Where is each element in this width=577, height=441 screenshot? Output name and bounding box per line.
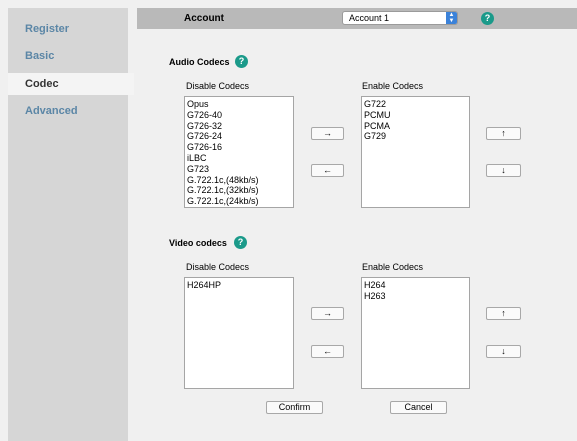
list-item[interactable]: H264HP	[187, 280, 291, 291]
sidebar-item-basic[interactable]: Basic	[8, 45, 128, 67]
list-item[interactable]: G.722.1c,(48kb/s)	[187, 175, 291, 186]
list-item[interactable]: iLBC	[187, 153, 291, 164]
account-label: Account	[184, 13, 224, 24]
account-bar: Account Account 1 ▲ ▼ ?	[137, 8, 577, 29]
account-help-icon[interactable]: ?	[481, 12, 494, 25]
list-item[interactable]: PCMU	[364, 110, 467, 121]
list-item[interactable]: PCMA	[364, 121, 467, 132]
account-select-value: Account 1	[349, 13, 390, 23]
video-disable-label: Disable Codecs	[186, 262, 250, 272]
video-move-left-button[interactable]: ←	[311, 345, 344, 358]
video-help-icon[interactable]: ?	[234, 236, 247, 249]
list-item[interactable]: G.722.1c,(24kb/s)	[187, 196, 291, 207]
list-item[interactable]: H264	[364, 280, 467, 291]
list-item[interactable]: G.722.1c,(32kb/s)	[187, 185, 291, 196]
list-item[interactable]: G726-40	[187, 110, 291, 121]
audio-disabled-list[interactable]: Opus G726-40 G726-32 G726-24 G726-16 iLB…	[184, 96, 294, 208]
video-enabled-list[interactable]: H264 H263	[361, 277, 470, 389]
audio-disable-label: Disable Codecs	[186, 81, 250, 91]
audio-move-up-button[interactable]: ↑	[486, 127, 521, 140]
list-item[interactable]: G726-24	[187, 131, 291, 142]
audio-move-down-button[interactable]: ↓	[486, 164, 521, 177]
select-arrows-icon: ▲ ▼	[446, 12, 457, 24]
video-move-down-button[interactable]: ↓	[486, 345, 521, 358]
list-item[interactable]: G726-16	[187, 142, 291, 153]
list-item[interactable]: G722	[364, 99, 467, 110]
cancel-button[interactable]: Cancel	[390, 401, 447, 414]
video-enable-label: Enable Codecs	[362, 262, 424, 272]
list-item[interactable]: Opus	[187, 99, 291, 110]
audio-move-left-button[interactable]: ←	[311, 164, 344, 177]
sidebar-item-codec[interactable]: Codec	[8, 73, 134, 95]
audio-help-icon[interactable]: ?	[235, 55, 248, 68]
list-item[interactable]: H263	[364, 291, 467, 302]
account-select[interactable]: Account 1 ▲ ▼	[342, 11, 458, 25]
video-codecs-title: Video codecs	[169, 238, 227, 248]
audio-enable-label: Enable Codecs	[362, 81, 424, 91]
sidebar: Register Basic Codec Advanced	[8, 8, 134, 441]
video-disabled-list[interactable]: H264HP	[184, 277, 294, 389]
confirm-button[interactable]: Confirm	[266, 401, 323, 414]
list-item[interactable]: G723	[187, 164, 291, 175]
video-move-up-button[interactable]: ↑	[486, 307, 521, 320]
list-item[interactable]: G726-32	[187, 121, 291, 132]
audio-enabled-list[interactable]: G722 PCMU PCMA G729	[361, 96, 470, 208]
list-item[interactable]: G729	[364, 131, 467, 142]
sidebar-item-register[interactable]: Register	[8, 18, 128, 40]
audio-codecs-title: Audio Codecs	[169, 57, 230, 67]
video-move-right-button[interactable]: →	[311, 307, 344, 320]
sidebar-item-advanced[interactable]: Advanced	[8, 100, 128, 122]
audio-move-right-button[interactable]: →	[311, 127, 344, 140]
